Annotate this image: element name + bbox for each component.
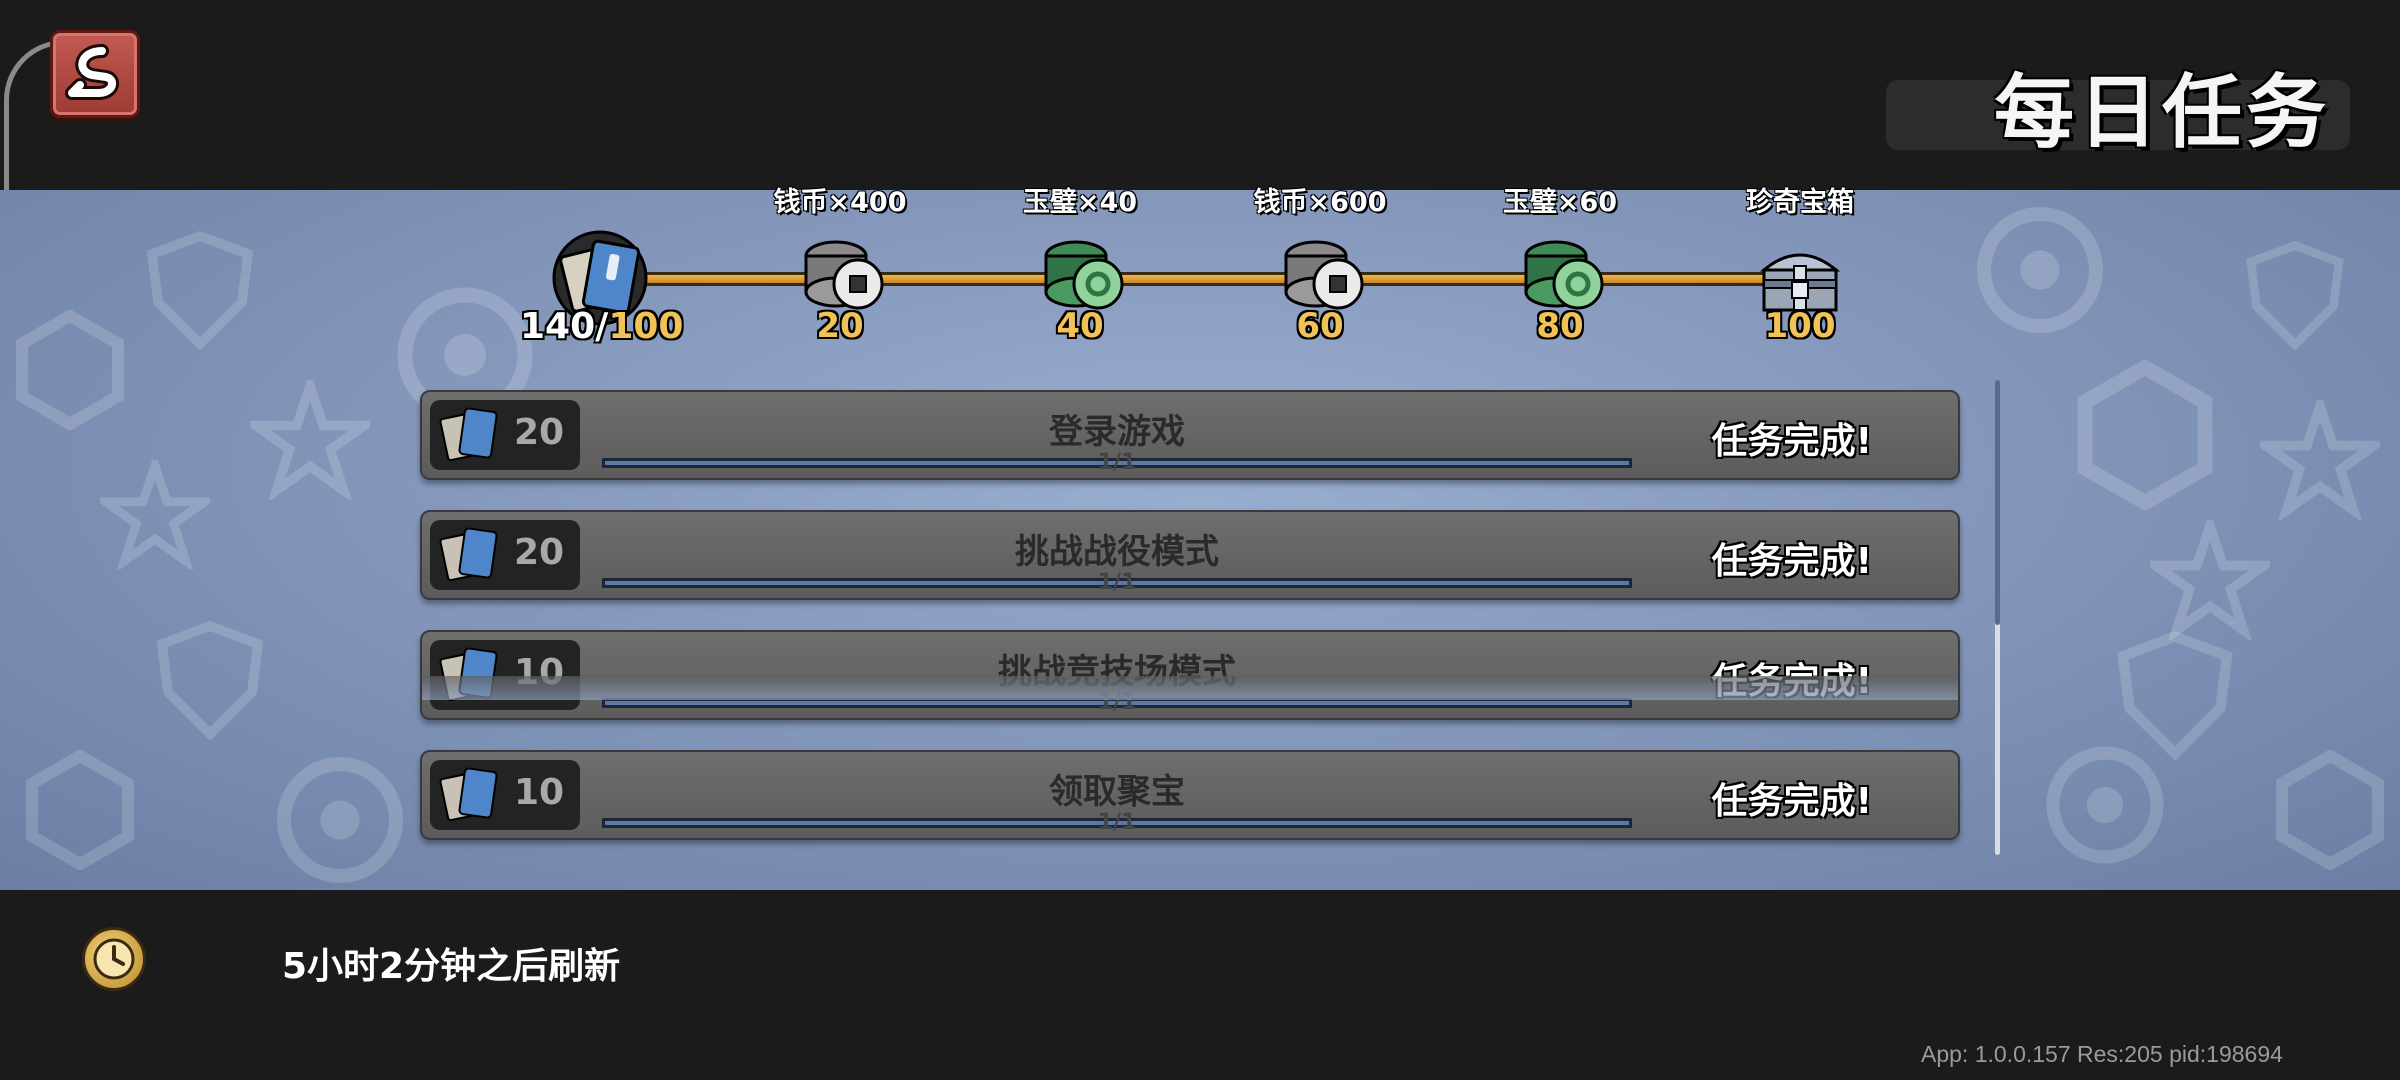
task-reward-badge: 20 [430,520,580,590]
back-arrow-icon [65,44,120,100]
treasure-chest-icon [1759,253,1841,312]
task-card-icon [439,407,498,462]
star-pattern-icon [2260,400,2380,520]
next-task-row-peek [422,676,1958,700]
shield-pattern-icon [156,620,264,740]
task-row-arena[interactable]: 10 挑战竞技场模式 1/1 任务完成! [420,630,1960,720]
task-name: 挑战战役模式 [1015,532,1219,572]
task-card-icon [439,527,498,582]
refresh-countdown: 5小时2分钟之后刷新 [282,946,621,987]
task-status: 任务完成! [1711,421,1872,462]
task-list-scrollbar[interactable] [1995,380,2000,855]
progress-current: 140 [520,306,596,347]
hexagon-pattern-icon [26,750,134,870]
back-button[interactable] [50,30,140,118]
milestone-threshold: 60 [1296,306,1344,346]
daily-progress-value: 140/100 [520,306,683,347]
star-pattern-icon [2150,520,2270,640]
hexagon-pattern-icon [16,310,124,430]
task-reward-points: 20 [514,412,565,453]
task-row-login[interactable]: 20 登录游戏 1/1 任务完成! [420,390,1960,480]
task-card-icon [439,767,498,822]
task-name: 登录游戏 [1049,412,1185,452]
task-reward-badge: 10 [430,760,580,830]
milestone-threshold: 20 [816,306,864,346]
silver-coin-stack-icon [1284,240,1364,310]
daily-progress-track [600,272,1800,286]
page-title: 每日任务 [1994,66,2330,159]
milestone-threshold: 40 [1056,306,1104,346]
progress-max: 100 [608,306,684,347]
task-row-campaign[interactable]: 20 挑战战役模式 1/1 任务完成! [420,510,1960,600]
shield-pattern-icon [2246,240,2344,350]
silver-coin-stack-icon [804,240,884,310]
milestone-threshold: 80 [1536,306,1584,346]
task-reward-badge: 20 [430,400,580,470]
task-name: 领取聚宝 [1049,772,1185,812]
task-row-treasure[interactable]: 10 领取聚宝 1/1 任务完成! [420,750,1960,840]
app-version-info: App: 1.0.0.157 Res:205 pid:198694 [1921,1041,2283,1067]
task-reward-points: 10 [514,772,565,813]
shield-pattern-icon [146,230,254,350]
gear-pattern-icon [1977,207,2103,333]
task-progress-count: 1/1 [1097,450,1137,475]
star-pattern-icon [100,460,210,570]
clock-icon [82,927,146,991]
milestone-reward-label: 玉璧×40 [1022,187,1138,218]
milestone-reward-label: 珍奇宝箱 [1746,187,1854,218]
task-reward-points: 20 [514,532,565,573]
milestone-threshold: 100 [1764,306,1836,346]
hexagon-pattern-icon [2077,360,2213,510]
gear-pattern-icon [277,757,403,883]
hexagon-pattern-icon [2276,750,2384,870]
task-progress-count: 1/1 [1097,810,1137,835]
jade-coin-stack-icon [1524,240,1604,310]
star-pattern-icon [250,380,370,500]
task-progress-count: 1/1 [1097,570,1137,595]
clock-hands-icon [93,938,135,980]
task-status: 任务完成! [1711,541,1872,582]
milestone-reward-label: 钱币×600 [1253,187,1387,218]
shield-pattern-icon [2117,630,2233,760]
milestone-reward-label: 玉璧×60 [1502,187,1618,218]
progress-separator: / [595,306,609,347]
jade-coin-stack-icon [1044,240,1124,310]
task-status: 任务完成! [1711,781,1872,822]
milestone-reward-label: 钱币×400 [773,187,907,218]
scrollbar-thumb[interactable] [1995,380,2000,625]
